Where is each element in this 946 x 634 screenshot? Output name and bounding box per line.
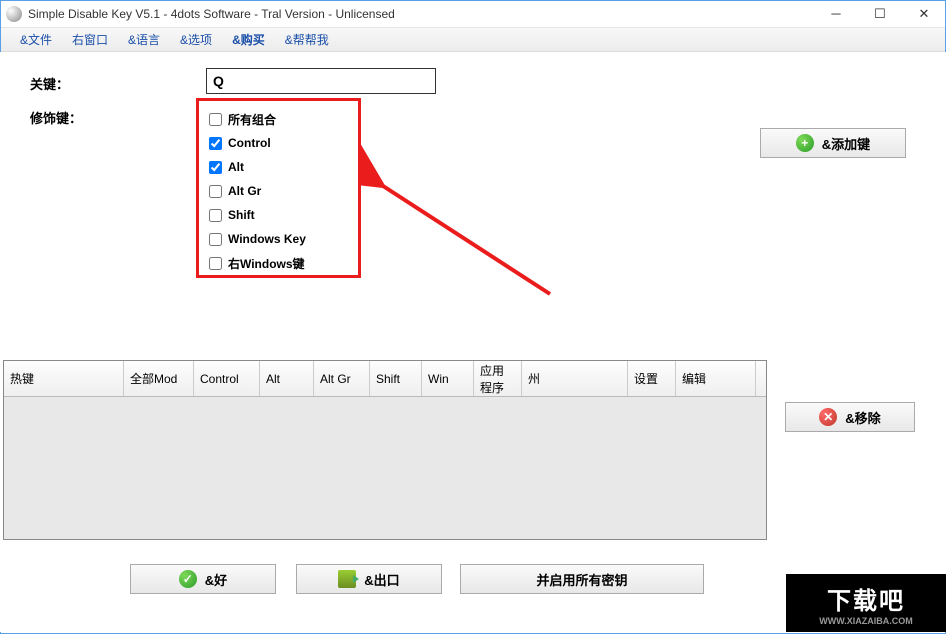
cb-altgr[interactable] [209, 185, 222, 198]
watermark-url: WWW.XIAZAIBA.COM [819, 616, 913, 626]
add-key-label: &添加键 [822, 134, 870, 153]
checkbox-shift[interactable]: Shift [209, 203, 348, 227]
menu-options[interactable]: &选项 [170, 28, 222, 51]
remove-icon: ✕ [819, 408, 837, 426]
exit-label: &出口 [364, 570, 399, 589]
ok-button[interactable]: ✓ &好 [130, 564, 276, 594]
cb-winkey[interactable] [209, 233, 222, 246]
checkbox-right-windows[interactable]: 右Windows键 [209, 251, 348, 275]
cb-control-label: Control [228, 136, 271, 150]
cb-rightwin[interactable] [209, 257, 222, 270]
checkbox-windows-key[interactable]: Windows Key [209, 227, 348, 251]
col-win[interactable]: Win [422, 361, 474, 396]
plus-icon: + [796, 134, 814, 152]
menu-help[interactable]: &帮帮我 [275, 28, 339, 51]
cb-shift-label: Shift [228, 208, 255, 222]
watermark: 下载吧 WWW.XIAZAIBA.COM [786, 574, 946, 632]
label-modifier: 修饰键： [30, 108, 82, 127]
window-title: Simple Disable Key V5.1 - 4dots Software… [28, 7, 814, 21]
add-key-button[interactable]: + &添加键 [760, 128, 906, 158]
annotation-arrow [360, 104, 570, 314]
cb-rightwin-label: 右Windows键 [228, 255, 305, 272]
ok-label: &好 [205, 570, 227, 589]
remove-label: &移除 [845, 408, 880, 427]
menu-language[interactable]: &语言 [118, 28, 170, 51]
maximize-button[interactable]: ☐ [858, 0, 902, 28]
cb-winkey-label: Windows Key [228, 232, 306, 246]
cb-alt-label: Alt [228, 160, 244, 174]
minimize-button[interactable]: ─ [814, 0, 858, 28]
enable-all-button[interactable]: 并启用所有密钥 [460, 564, 704, 594]
col-allmod[interactable]: 全部Mod [124, 361, 194, 396]
grid-header-row: 热键 全部Mod Control Alt Alt Gr Shift Win 应用… [4, 361, 766, 397]
keys-grid[interactable]: 热键 全部Mod Control Alt Alt Gr Shift Win 应用… [3, 360, 767, 540]
menu-buy[interactable]: &购买 [222, 28, 275, 51]
menu-rightpane[interactable]: 右窗口 [62, 28, 118, 51]
app-icon [6, 6, 22, 22]
remove-button[interactable]: ✕ &移除 [785, 402, 915, 432]
watermark-text: 下载吧 [827, 581, 905, 616]
col-edit[interactable]: 编辑 [676, 361, 756, 396]
modifier-group: 所有组合 Control Alt Alt Gr Shift Windows Ke… [196, 98, 361, 278]
menu-file[interactable]: &文件 [10, 28, 62, 51]
key-input[interactable] [206, 68, 436, 94]
exit-icon [338, 570, 356, 588]
cb-control[interactable] [209, 137, 222, 150]
checkbox-control[interactable]: Control [209, 131, 348, 155]
exit-button[interactable]: &出口 [296, 564, 442, 594]
col-settings[interactable]: 设置 [628, 361, 676, 396]
cb-all[interactable] [209, 113, 222, 126]
enable-all-label: 并启用所有密钥 [536, 570, 627, 589]
cb-all-label: 所有组合 [228, 111, 276, 128]
col-hotkey[interactable]: 热键 [4, 361, 124, 396]
cb-altgr-label: Alt Gr [228, 184, 261, 198]
label-key: 关键： [30, 74, 69, 93]
col-alt[interactable]: Alt [260, 361, 314, 396]
col-state[interactable]: 州 [522, 361, 628, 396]
checkbox-alt[interactable]: Alt [209, 155, 348, 179]
checkbox-all-combinations[interactable]: 所有组合 [209, 107, 348, 131]
col-shift[interactable]: Shift [370, 361, 422, 396]
col-control[interactable]: Control [194, 361, 260, 396]
col-app[interactable]: 应用程序 [474, 361, 522, 396]
cb-shift[interactable] [209, 209, 222, 222]
cb-alt[interactable] [209, 161, 222, 174]
col-altgr[interactable]: Alt Gr [314, 361, 370, 396]
close-button[interactable]: ✕ [902, 0, 946, 28]
checkbox-altgr[interactable]: Alt Gr [209, 179, 348, 203]
check-icon: ✓ [179, 570, 197, 588]
